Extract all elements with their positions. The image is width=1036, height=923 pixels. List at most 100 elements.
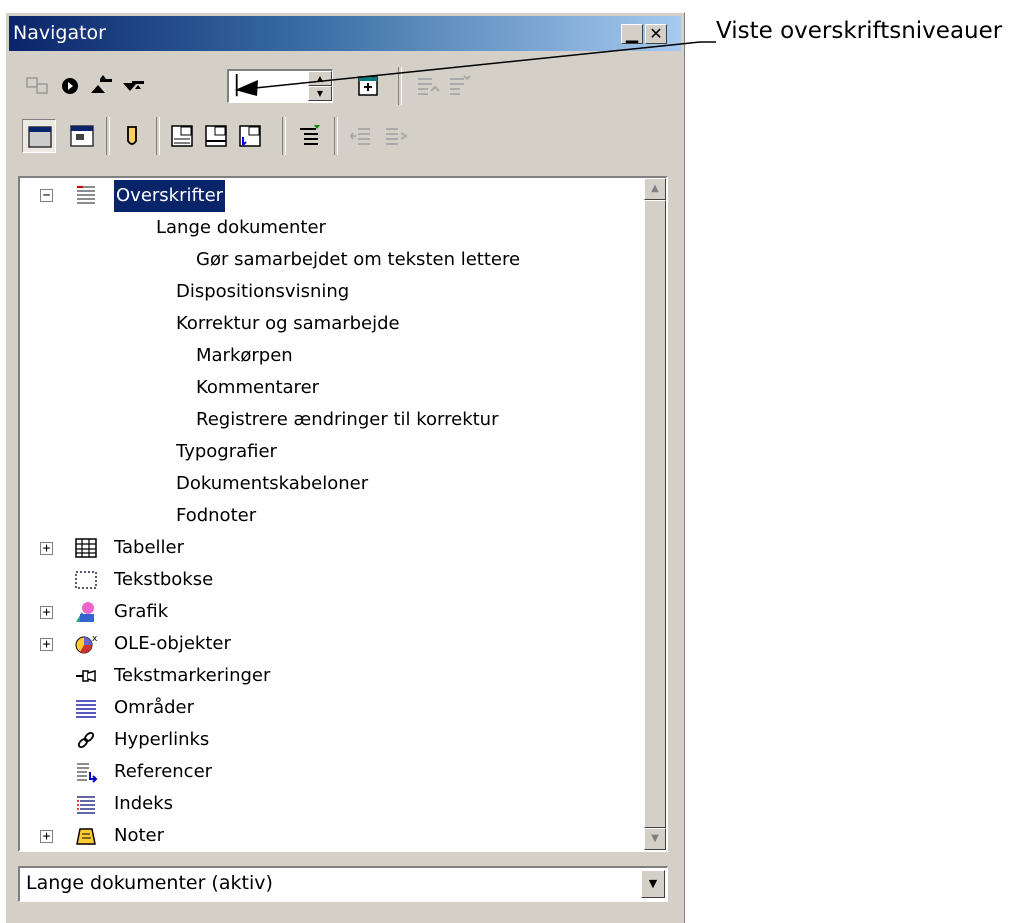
toolbar-separator xyxy=(398,67,402,105)
textbox-icon xyxy=(74,568,98,592)
tree-item[interactable]: Gør samarbejdet om teksten lettere xyxy=(196,245,520,275)
tree-item[interactable]: Dispositionsvisning xyxy=(176,277,349,307)
tree-item-label: Tekstmarkeringer xyxy=(114,665,271,686)
svg-text:x: x xyxy=(92,634,98,644)
navigate-icon[interactable] xyxy=(56,73,84,99)
footer-icon[interactable] xyxy=(202,123,230,149)
close-button[interactable]: ✕ xyxy=(645,24,667,44)
collapse-icon[interactable]: − xyxy=(40,189,53,202)
ole-object-icon: x xyxy=(74,632,98,656)
anchor-endnote-icon[interactable] xyxy=(236,123,264,149)
tree-item-label: Korrektur og samarbejde xyxy=(176,313,400,334)
tree-item-label: Dispositionsvisning xyxy=(176,281,350,302)
dropdown-arrow-icon[interactable]: ▼ xyxy=(641,870,665,898)
tree-item-tekstmarkeringer[interactable]: Tekstmarkeringer xyxy=(20,661,620,691)
tree-item-label: OLE-objekter xyxy=(114,633,231,654)
navigation-toggle-icon[interactable] xyxy=(24,73,52,99)
tree-item-grafik[interactable]: + Grafik xyxy=(20,597,620,627)
toolbar-separator xyxy=(282,117,286,155)
tree-item-label: Dokumentskabeloner xyxy=(176,473,369,494)
expand-icon[interactable]: + xyxy=(40,606,53,619)
tree-item[interactable]: Fodnoter xyxy=(176,501,256,531)
minimize-button[interactable]: ▁ xyxy=(621,24,643,44)
document-select-value: Lange dokumenter (aktiv) xyxy=(26,872,273,894)
toolbar-separator xyxy=(334,117,338,155)
drag-mode-icon[interactable] xyxy=(354,73,382,99)
tree-item-label: Referencer xyxy=(114,761,213,782)
tree-item[interactable]: Korrektur og samarbejde xyxy=(176,309,400,339)
content-tree[interactable]: − Overskrifter Lange dokumenter Gør sama… xyxy=(18,176,668,852)
tree-item-label: Gør samarbejdet om teksten lettere xyxy=(196,249,521,270)
tree-item-label: Noter xyxy=(114,825,165,846)
vertical-scrollbar[interactable]: ▲ ▼ xyxy=(644,178,666,850)
headings-icon xyxy=(74,183,98,207)
demote-level-icon[interactable] xyxy=(348,123,376,149)
next-icon[interactable] xyxy=(120,73,148,99)
tree-item-tabeller[interactable]: + Tabeller xyxy=(20,533,620,563)
hyperlink-icon xyxy=(74,728,98,752)
heading-levels-spinbox[interactable]: | ▲ ▼ xyxy=(227,69,333,103)
header-icon[interactable] xyxy=(168,123,196,149)
references-icon xyxy=(74,760,98,784)
navigator-window: Navigator ▁ ✕ | ▲ ▼ − Overskrifter Lange… xyxy=(5,12,685,923)
tree-item-label: Fodnoter xyxy=(176,505,257,526)
notes-icon xyxy=(74,824,98,848)
tree-item[interactable]: Registrere ændringer til korrektur xyxy=(196,405,498,435)
tree-item-label: Lange dokumenter xyxy=(156,217,326,238)
promote-chapter-icon[interactable] xyxy=(414,73,442,99)
tree-item-label: Kommentarer xyxy=(196,377,320,398)
window-title: Navigator xyxy=(13,22,106,44)
toolbar-separator xyxy=(156,117,160,155)
tree-item-label: Områder xyxy=(114,697,195,718)
document-select[interactable]: Lange dokumenter (aktiv) ▼ xyxy=(18,866,668,902)
expand-icon[interactable]: + xyxy=(40,542,53,555)
tree-item-label: Grafik xyxy=(114,601,169,622)
tree-item-label: Indeks xyxy=(114,793,174,814)
bookmark-icon xyxy=(74,664,98,688)
tree-item-label: Overskrifter xyxy=(114,180,226,212)
scroll-down-button[interactable]: ▼ xyxy=(644,828,666,850)
index-icon xyxy=(74,792,98,816)
tree-item-hyperlinks[interactable]: Hyperlinks xyxy=(20,725,620,755)
previous-icon[interactable] xyxy=(88,73,116,99)
minimize-icon: ▁ xyxy=(625,24,639,43)
tree-item-ole-objekter[interactable]: + x OLE-objekter xyxy=(20,629,620,659)
tree-item-label: Markørpen xyxy=(196,345,293,366)
tree-item-tekstbokse[interactable]: Tekstbokse xyxy=(20,565,620,595)
demote-chapter-icon[interactable] xyxy=(446,73,474,99)
title-bar[interactable]: Navigator ▁ ✕ xyxy=(9,16,681,51)
expand-icon[interactable]: + xyxy=(40,638,53,651)
tree-item[interactable]: Kommentarer xyxy=(196,373,319,403)
tree-item[interactable]: Markørpen xyxy=(196,341,293,371)
tree-item-omraader[interactable]: Områder xyxy=(20,693,620,723)
tree-item-overskrifter[interactable]: − Overskrifter xyxy=(20,180,640,212)
tree-item-label: Registrere ændringer til korrektur xyxy=(196,409,499,430)
table-icon xyxy=(74,536,98,560)
scroll-thumb[interactable] xyxy=(644,200,666,828)
close-icon: ✕ xyxy=(649,24,663,43)
set-reminder-icon[interactable] xyxy=(118,123,146,149)
tree-item-label: Hyperlinks xyxy=(114,729,210,750)
graphics-icon xyxy=(74,600,98,624)
sections-icon xyxy=(74,696,98,720)
scroll-up-button[interactable]: ▲ xyxy=(644,178,666,200)
content-view-icon[interactable] xyxy=(68,123,96,149)
heading-levels-value[interactable]: | xyxy=(233,72,240,97)
promote-level-icon[interactable] xyxy=(296,123,324,149)
outline-demote-icon[interactable] xyxy=(382,123,410,149)
tree-item-indeks[interactable]: Indeks xyxy=(20,789,620,819)
toolbar: | ▲ ▼ xyxy=(6,61,686,171)
tree-item-label: Tekstbokse xyxy=(114,569,214,590)
list-box-icon[interactable] xyxy=(22,119,56,153)
spin-down-button[interactable]: ▼ xyxy=(308,86,332,101)
tree-item-noter[interactable]: + Noter xyxy=(20,821,620,850)
spin-up-button[interactable]: ▲ xyxy=(308,71,332,86)
tree-item[interactable]: Lange dokumenter xyxy=(156,213,326,243)
tree-item-referencer[interactable]: Referencer xyxy=(20,757,620,787)
tree-item-label: Typografier xyxy=(176,441,277,462)
toolbar-separator xyxy=(106,117,110,155)
tree-item[interactable]: Typografier xyxy=(176,437,277,467)
expand-icon[interactable]: + xyxy=(40,830,53,843)
tree-item[interactable]: Dokumentskabeloner xyxy=(176,469,368,499)
annotation-label: Viste overskriftsniveauer xyxy=(716,18,1003,44)
